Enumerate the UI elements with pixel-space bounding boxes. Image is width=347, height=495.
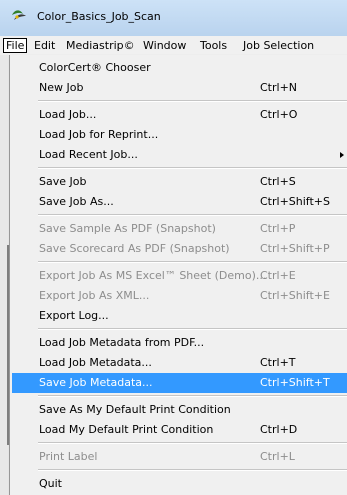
- window-title: Color_Basics_Job_Scan: [37, 10, 161, 23]
- menu-item-label: Load Job for Reprint...: [39, 128, 159, 141]
- menu-separator: [38, 395, 347, 397]
- menu-item-shortcut: Ctrl+Shift+E: [260, 289, 330, 302]
- menu-item-print-label[interactable]: Print Label Ctrl+L: [12, 447, 347, 467]
- menu-item-shortcut: Ctrl+S: [260, 175, 296, 188]
- menu-item-save-job[interactable]: Save Job Ctrl+S: [12, 172, 347, 192]
- menu-item-label: Load Job...: [39, 108, 97, 121]
- menu-item-colorcert-chooser[interactable]: ColorCert® Chooser: [12, 58, 347, 78]
- app-logo-icon: [12, 10, 26, 20]
- menu-item-label: Export Job As MS Excel™ Sheet (Demo)...: [39, 269, 267, 282]
- menu-item-quit[interactable]: Quit: [12, 474, 347, 494]
- menu-item-label: Export Log...: [39, 309, 109, 322]
- menu-separator: [38, 328, 347, 330]
- menu-item-shortcut: Ctrl+L: [260, 450, 295, 463]
- menu-item-label: Save As My Default Print Condition: [39, 403, 231, 416]
- menu-edit[interactable]: Edit: [34, 39, 55, 52]
- menu-item-save-sample-as-pdf[interactable]: Save Sample As PDF (Snapshot) Ctrl+P: [12, 219, 347, 239]
- menu-job-selection[interactable]: Job Selection: [243, 39, 314, 52]
- menu-item-label: Quit: [39, 477, 62, 490]
- menu-item-label: Save Scorecard As PDF (Snapshot): [39, 242, 230, 255]
- menu-item-export-log[interactable]: Export Log...: [12, 306, 347, 326]
- menu-item-label: Load Recent Job...: [39, 148, 138, 161]
- window-titlebar: Color_Basics_Job_Scan: [0, 0, 347, 37]
- menu-window[interactable]: Window: [143, 39, 186, 52]
- menu-item-new-job[interactable]: New Job Ctrl+N: [12, 78, 347, 98]
- menu-item-label: Save Job Metadata...: [39, 376, 153, 389]
- menu-item-load-recent-job[interactable]: Load Recent Job...: [12, 145, 347, 165]
- menu-item-shortcut: Ctrl+Shift+P: [260, 242, 330, 255]
- menu-file[interactable]: File: [3, 38, 28, 53]
- menu-item-shortcut: Ctrl+Shift+S: [260, 195, 330, 208]
- menu-item-label: Print Label: [39, 450, 98, 463]
- menu-separator: [38, 261, 347, 263]
- menu-separator: [38, 100, 347, 102]
- menu-item-label: Export Job As XML...: [39, 289, 150, 302]
- menu-item-label: ColorCert® Chooser: [39, 61, 151, 74]
- menu-item-export-job-xml[interactable]: Export Job As XML... Ctrl+Shift+E: [12, 286, 347, 306]
- menu-item-save-job-metadata[interactable]: Save Job Metadata... Ctrl+Shift+T: [12, 373, 347, 393]
- menu-item-export-job-excel[interactable]: Export Job As MS Excel™ Sheet (Demo)... …: [12, 266, 347, 286]
- menu-item-label: Load Job Metadata...: [39, 356, 152, 369]
- menu-item-load-job-metadata-from-pdf[interactable]: Load Job Metadata from PDF...: [12, 333, 347, 353]
- menu-item-save-job-as[interactable]: Save Job As... Ctrl+Shift+S: [12, 192, 347, 212]
- menu-item-label: Save Job: [39, 175, 87, 188]
- menu-item-label: Save Sample As PDF (Snapshot): [39, 222, 216, 235]
- menu-item-label: Save Job As...: [39, 195, 114, 208]
- menu-item-shortcut: Ctrl+Shift+T: [260, 376, 330, 389]
- menu-item-load-job-metadata[interactable]: Load Job Metadata... Ctrl+T: [12, 353, 347, 373]
- menu-separator: [38, 442, 347, 444]
- menu-bar: File Edit Mediastrip© Window Tools Job S…: [0, 36, 347, 56]
- menu-separator: [38, 214, 347, 216]
- menu-item-shortcut: Ctrl+T: [260, 356, 296, 369]
- menu-item-label: Load Job Metadata from PDF...: [39, 336, 205, 349]
- menu-item-label: Load My Default Print Condition: [39, 423, 214, 436]
- submenu-arrow-icon: [340, 152, 344, 158]
- menu-item-load-job-for-reprint[interactable]: Load Job for Reprint...: [12, 125, 347, 145]
- menu-separator: [38, 167, 347, 169]
- menu-item-shortcut: Ctrl+O: [260, 108, 298, 121]
- menu-item-shortcut: Ctrl+E: [260, 269, 296, 282]
- menu-separator: [38, 469, 347, 471]
- menu-mediastrip[interactable]: Mediastrip©: [66, 39, 135, 52]
- menu-item-shortcut: Ctrl+D: [260, 423, 298, 436]
- menu-item-save-scorecard-as-pdf[interactable]: Save Scorecard As PDF (Snapshot) Ctrl+Sh…: [12, 239, 347, 259]
- menu-item-label: New Job: [39, 81, 84, 94]
- menu-item-shortcut: Ctrl+P: [260, 222, 296, 235]
- menu-tools[interactable]: Tools: [200, 39, 227, 52]
- menu-item-shortcut: Ctrl+N: [260, 81, 298, 94]
- menu-item-load-job[interactable]: Load Job... Ctrl+O: [12, 105, 347, 125]
- menu-item-load-default-print-condition[interactable]: Load My Default Print Condition Ctrl+D: [12, 420, 347, 440]
- file-menu-dropdown: ColorCert® Chooser New Job Ctrl+N Load J…: [9, 55, 347, 495]
- menu-item-save-default-print-condition[interactable]: Save As My Default Print Condition: [12, 400, 347, 420]
